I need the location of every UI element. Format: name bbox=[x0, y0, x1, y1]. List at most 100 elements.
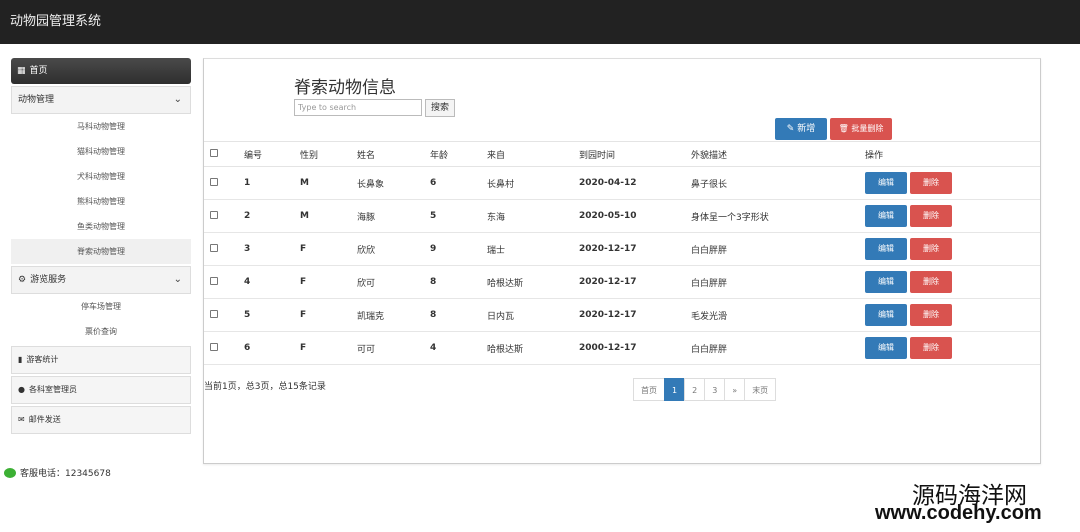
delete-button[interactable]: 删除 bbox=[910, 337, 952, 359]
table-cell: 4 bbox=[244, 265, 300, 299]
page-3[interactable]: 3 bbox=[704, 378, 726, 401]
edit-button[interactable]: 编辑 bbox=[865, 304, 907, 326]
pagination: 首页 1 2 3 » 末页 bbox=[633, 378, 777, 401]
row-actions: 编辑 删除 bbox=[865, 331, 1040, 365]
table-cell: 8 bbox=[430, 265, 487, 299]
sidebar-item-home[interactable]: ▦ 首页 bbox=[11, 58, 191, 84]
wechat-icon bbox=[4, 467, 16, 478]
row-select-cell bbox=[204, 331, 244, 365]
row-actions: 编辑 删除 bbox=[865, 265, 1040, 299]
app-title: 动物园管理系统 bbox=[0, 0, 1080, 44]
sidebar-group-animal-management[interactable]: 动物管理 ⌄ bbox=[11, 86, 191, 114]
table-cell: 白白胖胖 bbox=[691, 232, 865, 266]
add-button-label: 新增 bbox=[797, 124, 816, 134]
sidebar-item-label: 游客统计 bbox=[26, 355, 59, 364]
page-title: 脊索动物信息 bbox=[294, 78, 396, 98]
col-age: 年龄 bbox=[430, 141, 487, 167]
table-cell: 2020-05-10 bbox=[579, 199, 691, 233]
edit-button[interactable]: 编辑 bbox=[865, 337, 907, 359]
sidebar-item-parking[interactable]: 停车场管理 bbox=[11, 294, 191, 319]
watermark-url: www.codehy.com bbox=[875, 502, 1042, 524]
gear-icon: ⚙ bbox=[18, 275, 27, 285]
table-body: 1 M 长鼻象 6 长鼻村 2020-04-12 鼻子很长 编辑 删除 2 M 海豚 5 东海 2020-0… bbox=[204, 166, 1040, 365]
sidebar-item-chordate[interactable]: 脊索动物管理 bbox=[11, 239, 191, 264]
table-cell: 东海 bbox=[487, 199, 579, 233]
search-button[interactable]: 搜索 bbox=[425, 99, 455, 117]
sidebar-group-label: 动物管理 bbox=[18, 95, 55, 105]
table-cell: 身体呈一个3字形状 bbox=[691, 199, 865, 233]
sidebar-item-equine[interactable]: 马科动物管理 bbox=[11, 114, 191, 139]
sidebar-item-label: 首页 bbox=[29, 66, 48, 76]
row-checkbox[interactable] bbox=[210, 177, 218, 186]
page-next[interactable]: » bbox=[724, 378, 746, 401]
row-checkbox[interactable] bbox=[210, 276, 218, 285]
sidebar-item-admins[interactable]: ● 各科室管理员 bbox=[11, 376, 191, 404]
sidebar-item-canine[interactable]: 犬科动物管理 bbox=[11, 164, 191, 189]
edit-button[interactable]: 编辑 bbox=[865, 205, 907, 227]
page-first[interactable]: 首页 bbox=[633, 378, 665, 401]
delete-button[interactable]: 删除 bbox=[910, 238, 952, 260]
row-actions: 编辑 删除 bbox=[865, 232, 1040, 266]
main-panel: 脊索动物信息 Type to search 搜索 ✎ 新增 🗑 批量删除 编号 … bbox=[203, 58, 1041, 464]
table-cell: M bbox=[300, 199, 357, 233]
sidebar-item-ticket-price[interactable]: 票价查询 bbox=[11, 319, 191, 344]
bulk-delete-button[interactable]: 🗑 批量删除 bbox=[830, 118, 892, 140]
row-checkbox[interactable] bbox=[210, 210, 218, 219]
delete-button[interactable]: 删除 bbox=[910, 271, 952, 293]
search-input[interactable]: Type to search bbox=[294, 99, 422, 116]
sidebar-item-label: 邮件发送 bbox=[28, 415, 61, 424]
add-button[interactable]: ✎ 新增 bbox=[775, 118, 827, 140]
delete-button[interactable]: 删除 bbox=[910, 304, 952, 326]
page-2[interactable]: 2 bbox=[684, 378, 706, 401]
delete-button[interactable]: 删除 bbox=[910, 205, 952, 227]
col-id: 编号 bbox=[244, 141, 300, 167]
sidebar-item-label: 各科室管理员 bbox=[28, 385, 77, 394]
row-select-cell bbox=[204, 265, 244, 299]
table-cell: 海豚 bbox=[357, 199, 430, 233]
table-cell: 2020-04-12 bbox=[579, 166, 691, 200]
row-checkbox[interactable] bbox=[210, 309, 218, 318]
col-arrival: 到园时间 bbox=[579, 141, 691, 167]
table-row: 6 F 可可 4 哈根达斯 2000-12-17 白白胖胖 编辑 删除 bbox=[204, 331, 1040, 365]
table-cell: F bbox=[300, 265, 357, 299]
edit-button[interactable]: 编辑 bbox=[865, 172, 907, 194]
row-select-cell bbox=[204, 166, 244, 200]
table-cell: 凯瑞克 bbox=[357, 298, 430, 332]
row-actions: 编辑 删除 bbox=[865, 166, 1040, 200]
sidebar-item-email[interactable]: ✉ 邮件发送 bbox=[11, 406, 191, 434]
table-row: 5 F 凯瑞克 8 日内瓦 2020-12-17 毛发光滑 编辑 删除 bbox=[204, 298, 1040, 332]
table-cell: 白白胖胖 bbox=[691, 331, 865, 365]
table-cell: 3 bbox=[244, 232, 300, 266]
edit-button[interactable]: 编辑 bbox=[865, 238, 907, 260]
customer-service-phone: 客服电话：12345678 bbox=[4, 466, 111, 479]
table-cell: 9 bbox=[430, 232, 487, 266]
pencil-icon: ✎ bbox=[786, 124, 795, 134]
sidebar-group-tour-services[interactable]: ⚙ 游览服务 ⌄ bbox=[11, 266, 191, 294]
envelope-icon: ✉ bbox=[18, 415, 25, 424]
row-checkbox[interactable] bbox=[210, 342, 218, 351]
page-last[interactable]: 末页 bbox=[744, 378, 777, 401]
delete-button[interactable]: 删除 bbox=[910, 172, 952, 194]
animal-table: 编号 性别 姓名 年龄 来自 到园时间 外貌描述 操作 1 M 长鼻象 6 长鼻村 202… bbox=[204, 141, 1040, 365]
sidebar-group-label: 游览服务 bbox=[30, 275, 67, 285]
sidebar-item-visitor-stats[interactable]: ▮ 游客统计 bbox=[11, 346, 191, 374]
table-cell: 长鼻象 bbox=[357, 166, 430, 200]
user-icon: ● bbox=[18, 385, 25, 394]
sidebar-item-fish[interactable]: 鱼类动物管理 bbox=[11, 214, 191, 239]
row-checkbox[interactable] bbox=[210, 243, 218, 252]
select-all-checkbox[interactable] bbox=[210, 148, 218, 157]
table-cell: 白白胖胖 bbox=[691, 265, 865, 299]
bulk-delete-label: 批量删除 bbox=[851, 124, 884, 133]
row-actions: 编辑 删除 bbox=[865, 199, 1040, 233]
col-description: 外貌描述 bbox=[691, 141, 865, 167]
row-select-cell bbox=[204, 298, 244, 332]
table-cell: 2 bbox=[244, 199, 300, 233]
table-cell: 可可 bbox=[357, 331, 430, 365]
table-cell: 2020-12-17 bbox=[579, 265, 691, 299]
edit-button[interactable]: 编辑 bbox=[865, 271, 907, 293]
page-1[interactable]: 1 bbox=[664, 378, 686, 401]
sidebar-item-feline[interactable]: 猫科动物管理 bbox=[11, 139, 191, 164]
table-cell: F bbox=[300, 331, 357, 365]
table-cell: 6 bbox=[244, 331, 300, 365]
sidebar-item-ursine[interactable]: 熊科动物管理 bbox=[11, 189, 191, 214]
